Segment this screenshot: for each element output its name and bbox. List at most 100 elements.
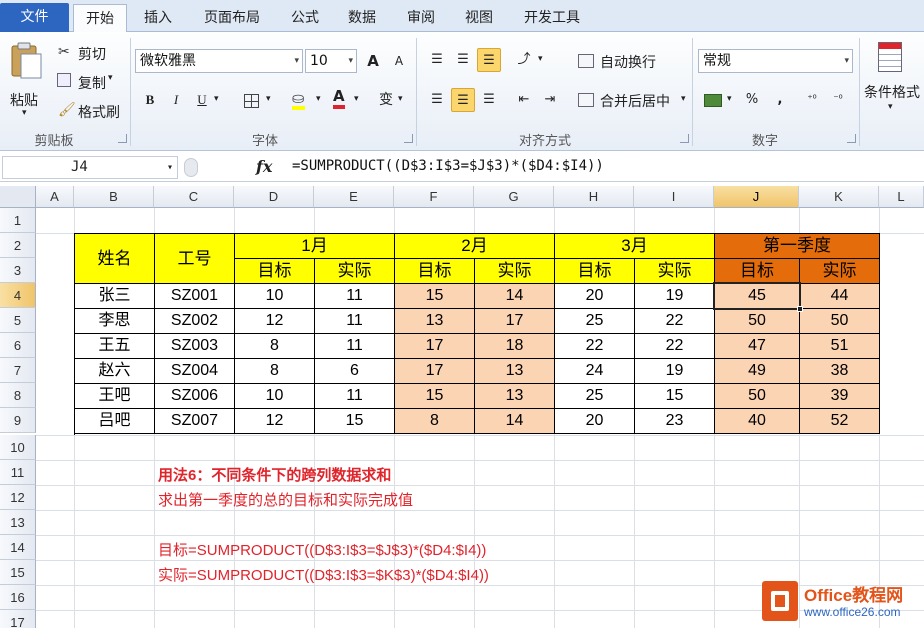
header-actual[interactable]: 实际	[635, 259, 715, 284]
align-top-icon[interactable]: ☰	[425, 48, 449, 72]
table-cell[interactable]: 49	[715, 359, 800, 384]
column-header[interactable]: L	[879, 186, 924, 208]
table-cell[interactable]: 50	[800, 309, 880, 334]
font-color-icon[interactable]: A	[333, 88, 345, 109]
row-header[interactable]: 5	[0, 308, 36, 333]
table-cell[interactable]: 17	[475, 309, 555, 334]
table-cell[interactable]: SZ002	[155, 309, 235, 334]
table-cell[interactable]: 13	[475, 384, 555, 409]
row-header[interactable]: 6	[0, 333, 36, 358]
decrease-decimal-icon[interactable]: ⁻⁰	[826, 88, 850, 112]
column-header[interactable]: E	[314, 186, 394, 208]
table-cell[interactable]: 6	[315, 359, 395, 384]
row-header[interactable]: 4	[0, 283, 36, 308]
table-cell[interactable]: 11	[315, 284, 395, 309]
merge-center-icon[interactable]	[578, 93, 594, 107]
table-cell[interactable]: SZ003	[155, 334, 235, 359]
column-header[interactable]: B	[74, 186, 154, 208]
table-cell[interactable]: 51	[800, 334, 880, 359]
tab-data[interactable]: 数据	[337, 4, 387, 32]
header-month[interactable]: 1月	[235, 234, 395, 259]
table-cell[interactable]: 14	[475, 284, 555, 309]
table-cell[interactable]: 15	[395, 284, 475, 309]
underline-button[interactable]: U	[190, 88, 214, 112]
table-cell[interactable]: 40	[715, 409, 800, 434]
table-cell[interactable]: SZ007	[155, 409, 235, 434]
merge-center-button[interactable]: 合并后居中	[600, 91, 670, 111]
header-target[interactable]: 目标	[395, 259, 475, 284]
table-cell[interactable]: 8	[395, 409, 475, 434]
column-header[interactable]: G	[474, 186, 554, 208]
table-cell[interactable]: 38	[800, 359, 880, 384]
increase-indent-icon[interactable]: ⇥	[538, 88, 562, 112]
tab-file[interactable]: 文件	[0, 3, 69, 32]
table-cell[interactable]: 14	[475, 409, 555, 434]
table-cell[interactable]: 李思	[75, 309, 155, 334]
header-month[interactable]: 2月	[395, 234, 555, 259]
row-header[interactable]: 3	[0, 258, 36, 283]
table-cell[interactable]: 王五	[75, 334, 155, 359]
table-cell[interactable]: 52	[800, 409, 880, 434]
table-cell[interactable]: 24	[555, 359, 635, 384]
bold-button[interactable]: B	[138, 88, 162, 112]
header-id[interactable]: 工号	[155, 234, 235, 284]
tab-home[interactable]: 开始	[73, 4, 127, 33]
orientation-icon[interactable]: ⤴	[512, 48, 536, 72]
table-cell[interactable]: 11	[315, 309, 395, 334]
table-cell[interactable]: 11	[315, 384, 395, 409]
table-cell[interactable]: 10	[235, 384, 315, 409]
row-header[interactable]: 1	[0, 208, 36, 233]
tab-developer[interactable]: 开发工具	[512, 4, 592, 32]
table-cell[interactable]: 15	[635, 384, 715, 409]
table-cell[interactable]: 11	[315, 334, 395, 359]
decrease-indent-icon[interactable]: ⇤	[512, 88, 536, 112]
tab-insert[interactable]: 插入	[133, 4, 183, 32]
table-cell[interactable]: 15	[315, 409, 395, 434]
header-actual[interactable]: 实际	[800, 259, 880, 284]
table-cell[interactable]: SZ001	[155, 284, 235, 309]
header-actual[interactable]: 实际	[315, 259, 395, 284]
tab-review[interactable]: 审阅	[396, 4, 446, 32]
scissors-icon[interactable]: ✂	[58, 44, 70, 60]
header-actual[interactable]: 实际	[475, 259, 555, 284]
function-icon[interactable]: fx	[256, 157, 272, 176]
currency-icon[interactable]	[704, 94, 722, 107]
copy-icon[interactable]	[57, 73, 71, 87]
increase-decimal-icon[interactable]: ⁺⁰	[800, 88, 824, 112]
cut-button[interactable]: 剪切	[78, 44, 106, 64]
row-header[interactable]: 14	[0, 535, 36, 560]
column-header[interactable]: F	[394, 186, 474, 208]
grow-font-button[interactable]: A	[361, 49, 385, 73]
table-cell[interactable]: 8	[235, 334, 315, 359]
formula-input[interactable]: =SUMPRODUCT((D$3:I$3=$J$3)*($D4:$I4))	[292, 158, 604, 174]
table-cell[interactable]: 15	[395, 384, 475, 409]
table-cell[interactable]: 23	[635, 409, 715, 434]
header-target[interactable]: 目标	[235, 259, 315, 284]
format-painter-button[interactable]: 格式刷	[78, 102, 120, 122]
header-target[interactable]: 目标	[715, 259, 800, 284]
font-size-select[interactable]: 10 ▾	[305, 49, 357, 73]
table-cell[interactable]: 17	[395, 359, 475, 384]
fill-color-icon[interactable]: ⛀	[292, 90, 305, 110]
splitter-handle-icon[interactable]	[184, 158, 198, 177]
format-painter-icon[interactable]: 🖌	[58, 102, 76, 118]
column-header[interactable]: A	[36, 186, 74, 208]
wrap-text-button[interactable]: 自动换行	[600, 52, 656, 72]
table-cell[interactable]: 44	[800, 284, 880, 309]
row-header[interactable]: 9	[0, 408, 36, 433]
conditional-format-button[interactable]: 条件格式	[864, 82, 920, 102]
column-header[interactable]: C	[154, 186, 234, 208]
table-cell[interactable]: 25	[555, 309, 635, 334]
row-header[interactable]: 8	[0, 383, 36, 408]
table-cell[interactable]: SZ004	[155, 359, 235, 384]
row-header[interactable]: 10	[0, 435, 36, 460]
conditional-format-icon[interactable]	[878, 42, 902, 72]
table-cell[interactable]: 22	[635, 334, 715, 359]
table-cell[interactable]: 吕吧	[75, 409, 155, 434]
table-cell[interactable]: 45	[715, 284, 800, 309]
column-header[interactable]: I	[634, 186, 714, 208]
table-cell[interactable]: 39	[800, 384, 880, 409]
header-target[interactable]: 目标	[555, 259, 635, 284]
row-header[interactable]: 7	[0, 358, 36, 383]
table-cell[interactable]: 赵六	[75, 359, 155, 384]
